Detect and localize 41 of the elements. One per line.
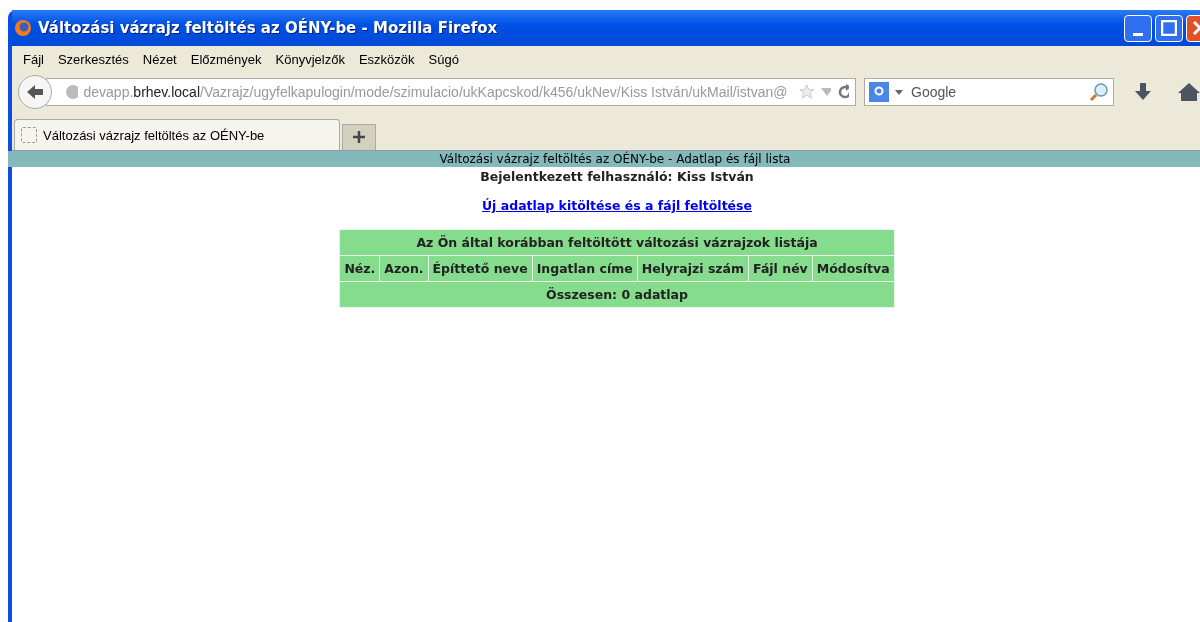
- menu-item[interactable]: Eszközök: [351, 51, 422, 67]
- column-header: Ingatlan címe: [532, 255, 638, 282]
- maximize-icon: [1161, 20, 1177, 36]
- column-header: Építtető neve: [428, 255, 533, 282]
- plus-icon: [353, 131, 365, 143]
- dropdown-icon[interactable]: [895, 89, 903, 95]
- download-icon[interactable]: [1134, 82, 1152, 102]
- column-header: Azon.: [379, 255, 429, 282]
- search-engine-icon[interactable]: [869, 82, 889, 102]
- star-icon[interactable]: [799, 82, 816, 102]
- menu-item[interactable]: Szerkesztés: [50, 51, 136, 67]
- table-title: Az Ön által korábban feltöltött változási vázrajzok listája: [339, 229, 895, 256]
- back-arrow-icon: [25, 83, 45, 101]
- new-form-link[interactable]: Új adatlap kitöltése és a fájl feltöltése: [481, 198, 752, 213]
- maximize-button[interactable]: [1155, 14, 1183, 42]
- search-bar[interactable]: Google: [864, 78, 1114, 106]
- back-button[interactable]: [18, 75, 52, 109]
- search-icon[interactable]: [1089, 82, 1109, 102]
- minimize-icon: [1133, 32, 1143, 36]
- menu-item[interactable]: Könyvjelzők: [268, 51, 352, 67]
- globe-icon: [65, 84, 78, 100]
- home-icon[interactable]: [1178, 82, 1200, 102]
- column-header: Néz.: [339, 255, 380, 282]
- table-footer: Összesen: 0 adatlap: [339, 281, 895, 308]
- new-tab-button[interactable]: [342, 124, 376, 150]
- page-header: Változási vázrajz feltöltés az OÉNY-be - Adatlap és fájl lista: [8, 151, 1200, 167]
- user-label: Bejelentkezett felhasználó: Kiss István: [480, 169, 754, 184]
- address-field[interactable]: devapp.brhev.local/Vazrajz/ugyfelkapulogin/mode/szimulacio/ukKapcskod/k456/ukNev/Kiss István/ukMail/istvan@: [46, 78, 856, 106]
- menu-item[interactable]: Fájl: [16, 51, 51, 67]
- browser-logo-icon: [14, 19, 32, 37]
- window-title: Változási vázrajz feltöltés az OÉNY-be - Mozilla Firefox: [38, 19, 498, 37]
- reload-icon[interactable]: [836, 84, 849, 100]
- browser-tab[interactable]: Változási vázrajz feltöltés az OÉNY-be: [14, 119, 340, 150]
- menu-item[interactable]: Súgó: [421, 51, 466, 67]
- menu-item[interactable]: Nézet: [135, 51, 184, 67]
- column-header: Helyrajzi szám: [637, 255, 749, 282]
- column-header: Módosítva: [812, 255, 895, 282]
- page-icon: [21, 127, 37, 143]
- column-header: Fájl név: [748, 255, 813, 282]
- menu-item[interactable]: Előzmények: [183, 51, 269, 67]
- minimize-button[interactable]: [1124, 14, 1152, 42]
